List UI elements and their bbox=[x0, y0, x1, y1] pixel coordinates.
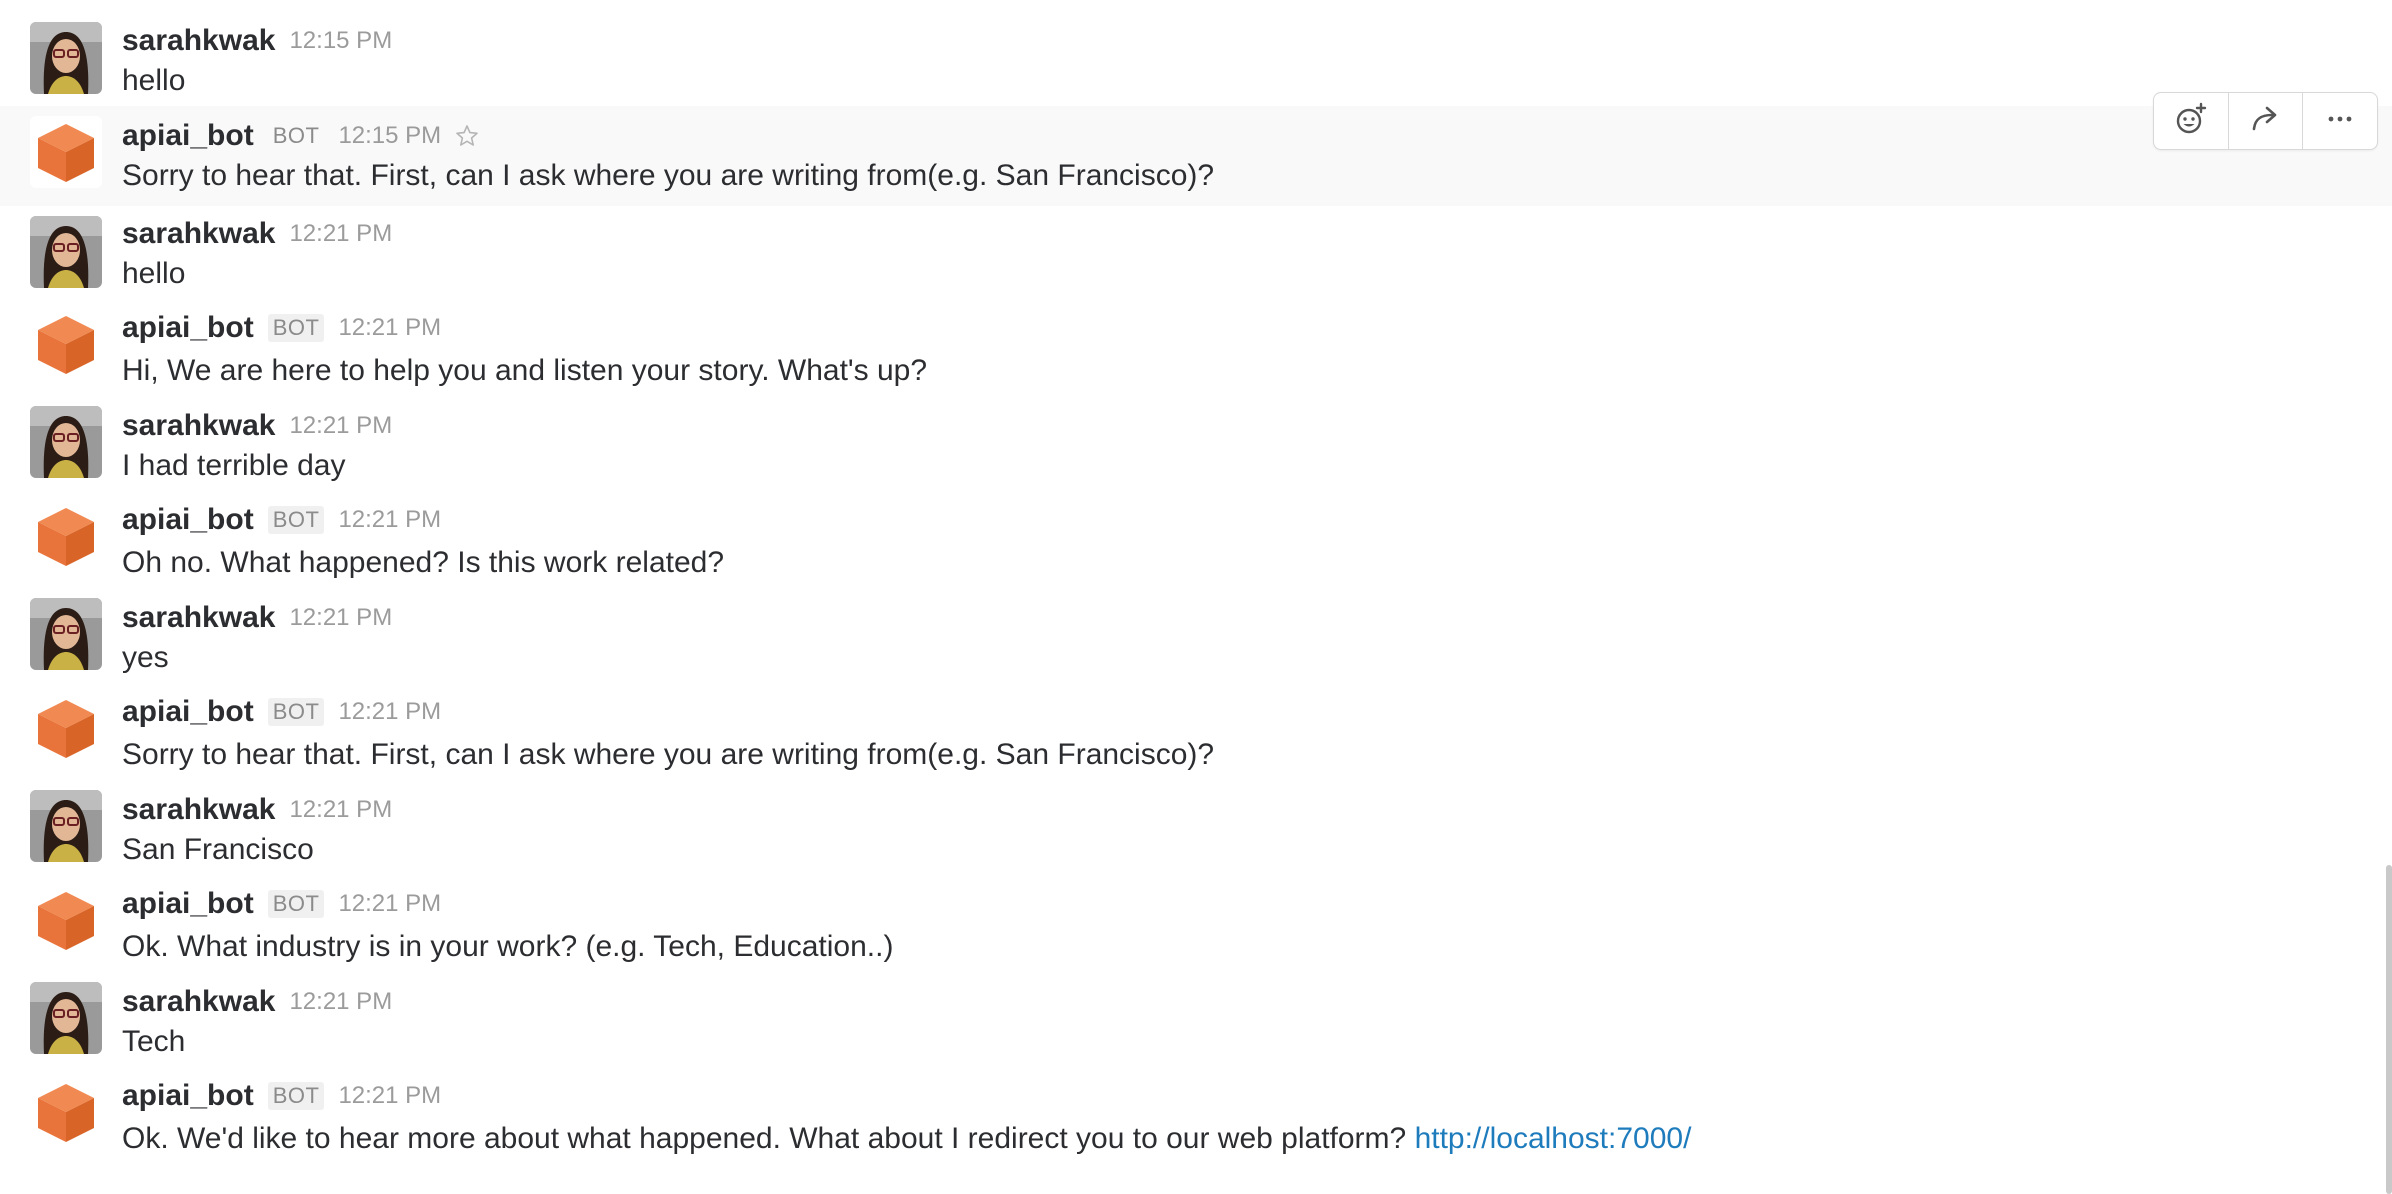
share-icon bbox=[2248, 101, 2284, 142]
author-name[interactable]: apiai_bot bbox=[122, 311, 254, 345]
author-name[interactable]: apiai_bot bbox=[122, 503, 254, 537]
user-avatar[interactable] bbox=[30, 216, 102, 288]
message-item: apiai_bot BOT 12:21 PM Sorry to hear tha… bbox=[0, 686, 2392, 782]
timestamp[interactable]: 12:21 PM bbox=[338, 698, 441, 726]
message-text-body: Ok. We'd like to hear more about what ha… bbox=[122, 1122, 1415, 1155]
message-meta: sarahkwak 12:21 PM bbox=[122, 790, 392, 830]
message-link[interactable]: http://localhost:7000/ bbox=[1415, 1122, 1692, 1155]
timestamp[interactable]: 12:21 PM bbox=[338, 1082, 441, 1110]
add-reaction-button[interactable] bbox=[2154, 93, 2229, 149]
user-avatar[interactable] bbox=[30, 598, 102, 670]
message-item: apiai_bot BOT 12:21 PM Hi, We are here t… bbox=[0, 302, 2392, 398]
author-name[interactable]: sarahkwak bbox=[122, 793, 275, 827]
message-item: apiai_bot BOT 12:21 PM Ok. What industry… bbox=[0, 878, 2392, 974]
message-text: Sorry to hear that. First, can I ask whe… bbox=[122, 738, 1215, 771]
user-avatar[interactable] bbox=[30, 790, 102, 862]
message-meta: apiai_bot BOT 12:15 PM bbox=[122, 116, 479, 156]
message-text: Sorry to hear that. First, can I ask whe… bbox=[122, 159, 1215, 192]
message-text: Oh no. What happened? Is this work relat… bbox=[122, 546, 725, 579]
message-meta: sarahkwak 12:21 PM bbox=[122, 598, 392, 638]
message-meta: sarahkwak 12:21 PM bbox=[122, 214, 392, 254]
bot-badge: BOT bbox=[267, 698, 325, 726]
bot-avatar[interactable] bbox=[30, 884, 102, 956]
bot-avatar[interactable] bbox=[30, 1076, 102, 1148]
message-text: I had terrible day bbox=[122, 449, 346, 482]
share-message-button[interactable] bbox=[2229, 93, 2304, 149]
message-item: sarahkwak 12:21 PM yes bbox=[0, 590, 2392, 686]
author-name[interactable]: sarahkwak bbox=[122, 217, 275, 251]
bot-badge: BOT bbox=[267, 890, 325, 918]
author-name[interactable]: sarahkwak bbox=[122, 409, 275, 443]
bot-badge: BOT bbox=[272, 123, 320, 148]
message-meta: apiai_bot BOT 12:21 PM bbox=[122, 692, 441, 732]
bot-badge: BOT bbox=[267, 506, 325, 534]
message-text: Ok. We'd like to hear more about what ha… bbox=[122, 1119, 1691, 1159]
message-actions-toolbar bbox=[2153, 92, 2378, 150]
message-text: hello bbox=[122, 257, 186, 290]
message-text: hello bbox=[122, 64, 186, 97]
message-item: apiai_bot BOT 12:15 PM Sorry to hear tha… bbox=[0, 106, 2392, 206]
timestamp[interactable]: 12:21 PM bbox=[289, 412, 392, 440]
bot-badge: BOT bbox=[267, 1082, 325, 1110]
message-item: sarahkwak 12:21 PM hello bbox=[0, 206, 2392, 302]
user-avatar[interactable] bbox=[30, 982, 102, 1054]
message-text: yes bbox=[122, 641, 169, 674]
author-name[interactable]: apiai_bot bbox=[122, 119, 254, 153]
message-meta: sarahkwak 12:15 PM bbox=[122, 21, 392, 61]
author-name[interactable]: apiai_bot bbox=[122, 695, 254, 729]
message-item: sarahkwak 12:21 PM San Francisco bbox=[0, 782, 2392, 878]
message-item: sarahkwak 12:21 PM I had terrible day bbox=[0, 398, 2392, 494]
more-actions-button[interactable] bbox=[2303, 93, 2377, 149]
message-meta: sarahkwak 12:21 PM bbox=[122, 406, 392, 446]
message-text: Hi, We are here to help you and listen y… bbox=[122, 354, 928, 387]
bot-badge: BOT bbox=[267, 314, 325, 342]
timestamp[interactable]: 12:21 PM bbox=[338, 890, 441, 918]
author-name[interactable]: apiai_bot bbox=[122, 887, 254, 921]
timestamp[interactable]: 12:21 PM bbox=[338, 506, 441, 534]
message-meta: apiai_bot BOT 12:21 PM bbox=[122, 884, 441, 924]
scrollbar[interactable] bbox=[2386, 865, 2392, 1194]
message-item: sarahkwak 12:15 PM hello bbox=[0, 0, 2392, 106]
message-meta: apiai_bot BOT 12:21 PM bbox=[122, 500, 441, 540]
user-avatar[interactable] bbox=[30, 406, 102, 478]
message-text: San Francisco bbox=[122, 833, 314, 866]
author-name[interactable]: sarahkwak bbox=[122, 24, 275, 58]
author-name[interactable]: apiai_bot bbox=[122, 1079, 254, 1113]
bot-avatar[interactable] bbox=[30, 500, 102, 572]
message-item: sarahkwak 12:21 PM Tech bbox=[0, 974, 2392, 1070]
message-meta: apiai_bot BOT 12:21 PM bbox=[122, 308, 441, 348]
more-actions-icon bbox=[2322, 101, 2358, 142]
timestamp[interactable]: 12:21 PM bbox=[289, 604, 392, 632]
author-name[interactable]: sarahkwak bbox=[122, 985, 275, 1019]
message-item: apiai_bot BOT 12:21 PM Ok. We'd like to … bbox=[0, 1070, 2392, 1194]
bot-avatar[interactable] bbox=[30, 116, 102, 188]
timestamp[interactable]: 12:15 PM bbox=[289, 27, 392, 55]
message-item: apiai_bot BOT 12:21 PM Oh no. What happe… bbox=[0, 494, 2392, 590]
timestamp[interactable]: 12:21 PM bbox=[289, 988, 392, 1016]
bot-avatar[interactable] bbox=[30, 308, 102, 380]
user-avatar[interactable] bbox=[30, 22, 102, 94]
message-text: Ok. What industry is in your work? (e.g.… bbox=[122, 930, 894, 963]
timestamp[interactable]: 12:15 PM bbox=[338, 122, 441, 150]
author-name[interactable]: sarahkwak bbox=[122, 601, 275, 635]
timestamp[interactable]: 12:21 PM bbox=[289, 796, 392, 824]
add-reaction-icon bbox=[2173, 101, 2209, 142]
star-icon[interactable] bbox=[455, 124, 479, 148]
message-meta: sarahkwak 12:21 PM bbox=[122, 982, 392, 1022]
timestamp[interactable]: 12:21 PM bbox=[338, 314, 441, 342]
message-meta: apiai_bot BOT 12:21 PM bbox=[122, 1076, 441, 1116]
timestamp[interactable]: 12:21 PM bbox=[289, 220, 392, 248]
bot-avatar[interactable] bbox=[30, 692, 102, 764]
message-text: Tech bbox=[122, 1025, 186, 1058]
